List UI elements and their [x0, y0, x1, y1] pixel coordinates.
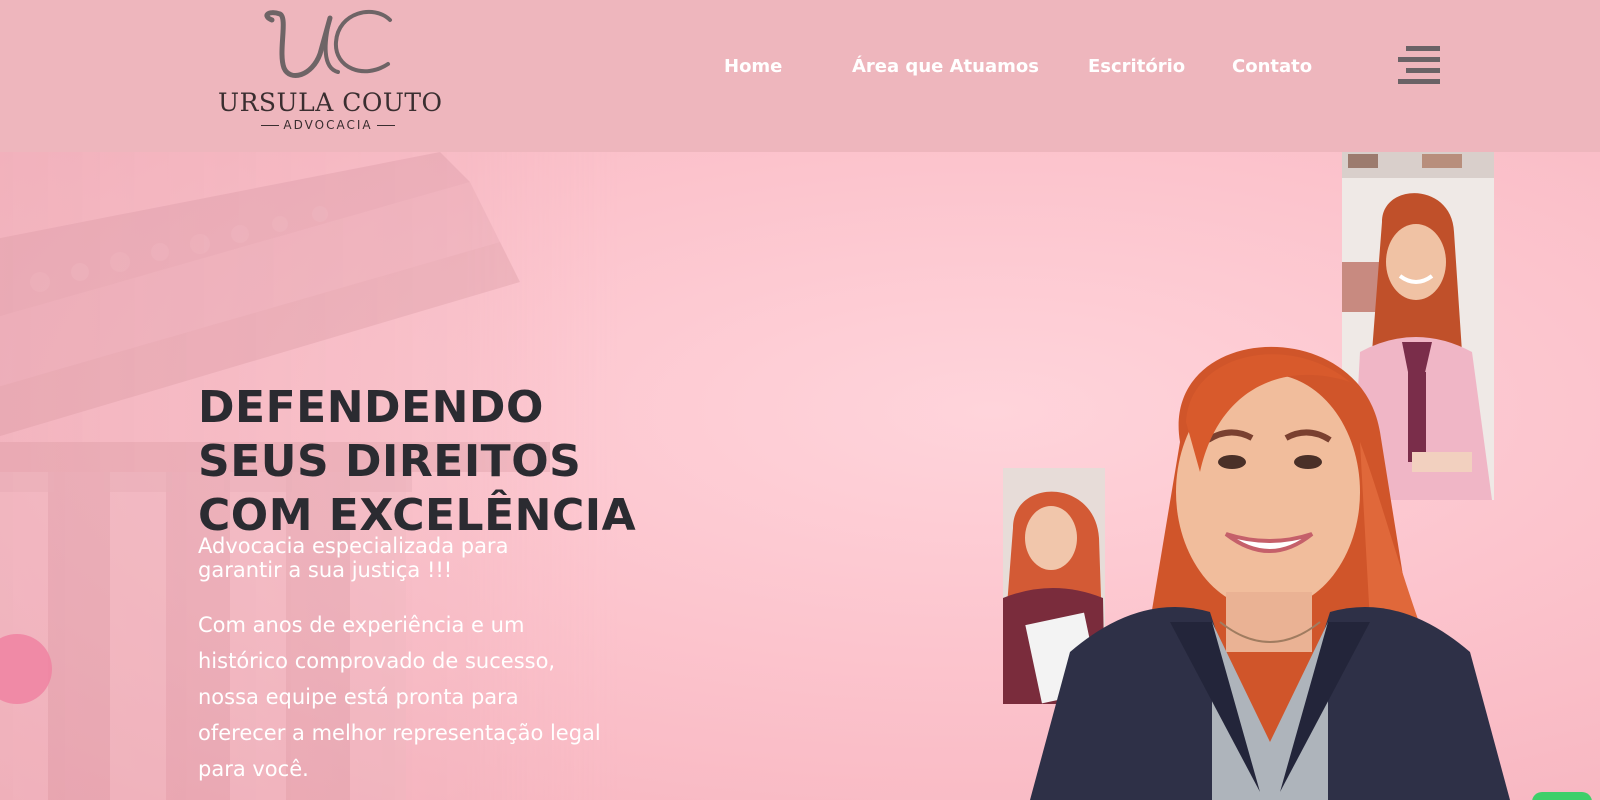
hamburger-menu-button[interactable]	[1398, 42, 1442, 86]
logo-monogram	[264, 10, 392, 78]
hero-description-line: oferecer a melhor representação legal	[198, 721, 601, 745]
hero-tagline: Advocacia especializada para garantir a …	[198, 534, 618, 582]
site-header: URSULA COUTO ADVOCACIA Home Área que Atu…	[0, 0, 1600, 152]
hero-section: DEFENDENDO SEUS DIREITOS COM EXCELÊNCIA …	[0, 152, 1600, 800]
hero-tagline-line: garantir a sua justiça !!!	[198, 558, 453, 582]
hero-tagline-line: Advocacia especializada para	[198, 534, 509, 558]
page: URSULA COUTO ADVOCACIA Home Área que Atu…	[0, 0, 1600, 800]
hero-description-line: nossa equipe está pronta para	[198, 685, 519, 709]
hero-description: Com anos de experiência e um histórico c…	[198, 607, 678, 787]
logo-name: URSULA COUTO	[218, 88, 443, 117]
nav-area-que-atuamos[interactable]: Área que Atuamos	[852, 56, 1039, 77]
whatsapp-badge[interactable]	[1532, 792, 1592, 800]
hamburger-menu-icon	[1398, 46, 1440, 84]
nav-home[interactable]: Home	[724, 56, 782, 77]
nav-contato[interactable]: Contato	[1232, 56, 1312, 77]
hero-description-line: histórico comprovado de sucesso,	[198, 649, 556, 673]
logo-subtitle: ADVOCACIA	[218, 118, 438, 132]
logo-dash-right	[376, 125, 395, 126]
hero-title-line: DEFENDENDO	[198, 382, 544, 434]
lawyer-portrait	[1030, 346, 1510, 800]
logo[interactable]: URSULA COUTO ADVOCACIA	[218, 6, 443, 134]
nav-escritorio[interactable]: Escritório	[1088, 56, 1185, 77]
logo-dash-left	[261, 125, 280, 126]
hero-description-line: Com anos de experiência e um	[198, 613, 525, 637]
hero-description-line: para você.	[198, 757, 309, 781]
hero-title-line: SEUS DIREITOS	[198, 436, 582, 488]
logo-subtitle-text: ADVOCACIA	[283, 118, 373, 132]
hero-title: DEFENDENDO SEUS DIREITOS COM EXCELÊNCIA	[198, 381, 718, 543]
